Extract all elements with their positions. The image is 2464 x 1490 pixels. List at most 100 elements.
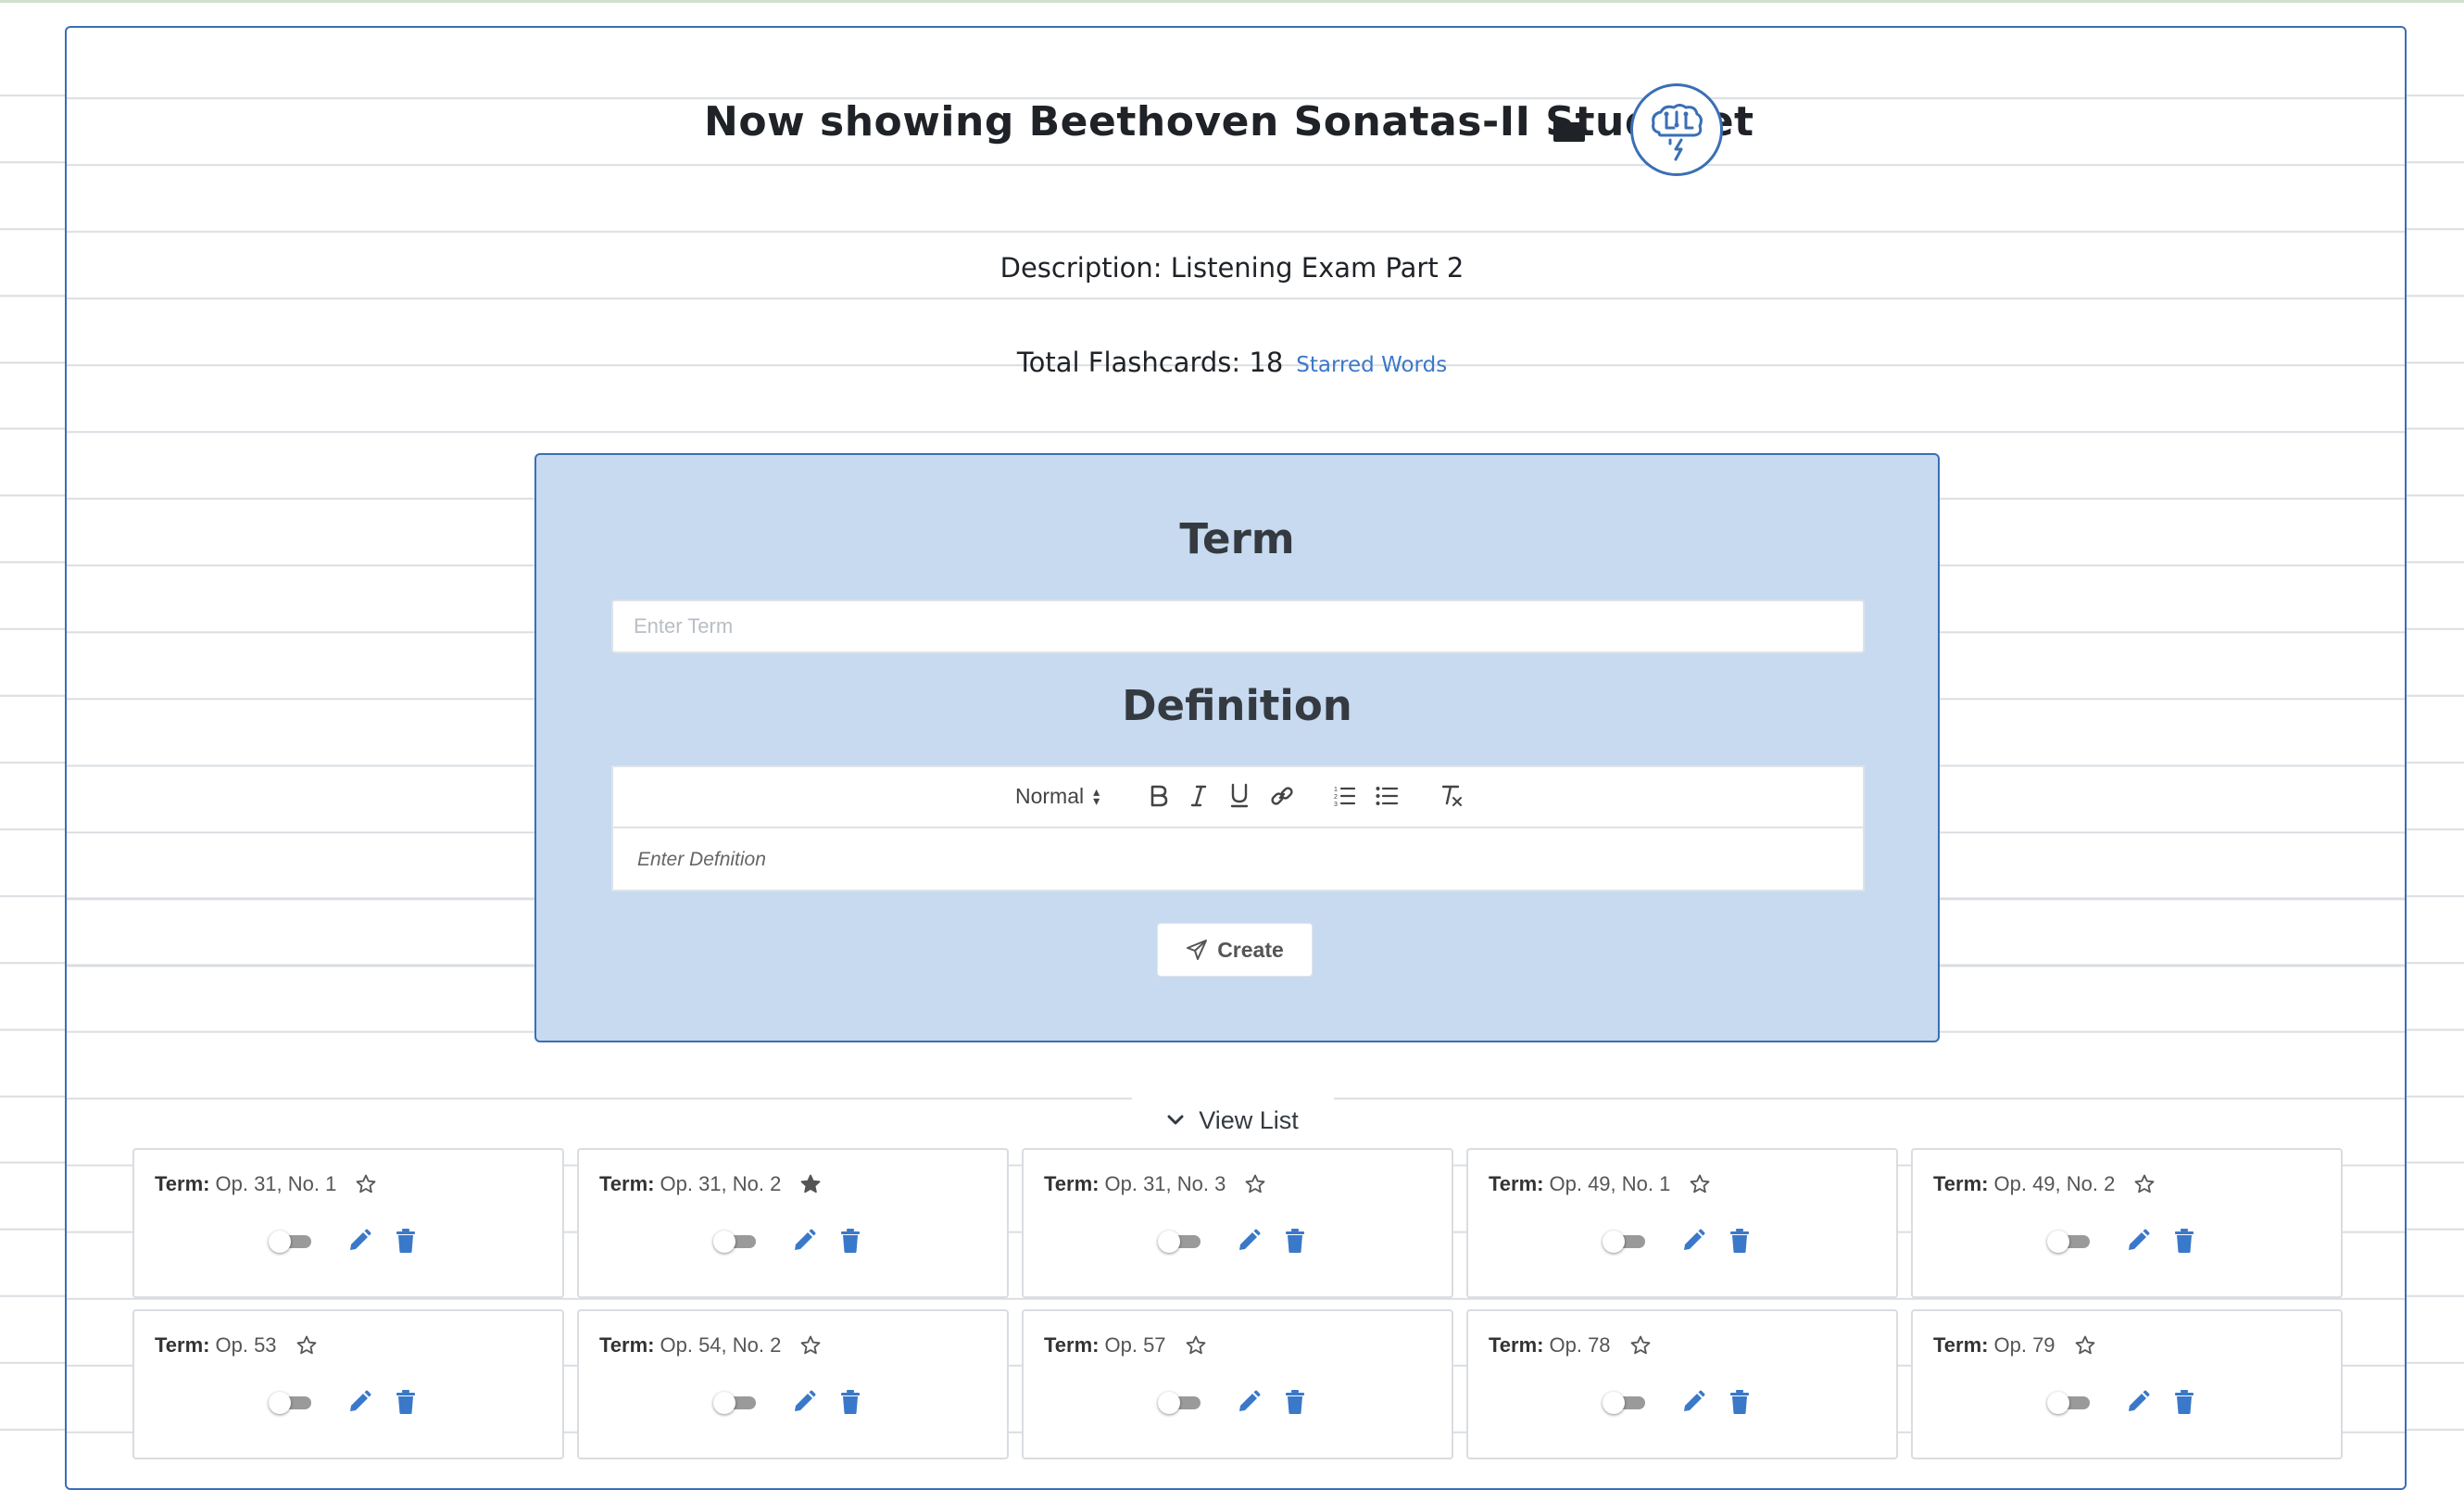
brain-circuit-icon	[1630, 83, 1723, 176]
term-value: Op. 31, No. 2	[660, 1172, 782, 1195]
italic-icon[interactable]	[1189, 780, 1208, 812]
term-label: Term:	[1044, 1333, 1100, 1357]
flashcard-term: Term: Op. 31, No. 2	[599, 1172, 822, 1196]
top-border	[0, 0, 2464, 3]
flip-toggle[interactable]	[269, 1231, 315, 1253]
svg-text:2: 2	[1334, 794, 1338, 801]
bold-icon[interactable]	[1149, 780, 1169, 812]
flashcard-term: Term: Op. 49, No. 2	[1933, 1172, 2156, 1196]
flashcard-actions	[579, 1389, 1007, 1415]
svg-text:1: 1	[1334, 787, 1338, 793]
send-icon	[1187, 940, 1208, 960]
term-value: Op. 49, No. 1	[1549, 1172, 1671, 1195]
edit-pencil-icon[interactable]	[791, 1228, 817, 1254]
edit-pencil-icon[interactable]	[1680, 1389, 1706, 1415]
star-icon[interactable]	[2074, 1334, 2096, 1357]
star-icon[interactable]	[1689, 1173, 1711, 1195]
star-icon[interactable]	[2133, 1173, 2156, 1195]
flashcard-term: Term: Op. 49, No. 1	[1489, 1172, 1711, 1196]
star-icon[interactable]	[1244, 1173, 1266, 1195]
flashcard-actions	[134, 1389, 562, 1415]
edit-pencil-icon[interactable]	[346, 1389, 372, 1415]
star-icon[interactable]	[799, 1334, 822, 1357]
bullet-list-icon[interactable]	[1375, 780, 1399, 812]
star-icon[interactable]	[295, 1334, 318, 1357]
chevron-down-icon	[1167, 1115, 1184, 1125]
star-icon[interactable]	[355, 1173, 377, 1195]
flashcard-term: Term: Op. 31, No. 3	[1044, 1172, 1266, 1196]
edit-pencil-icon[interactable]	[791, 1389, 817, 1415]
starred-words-link[interactable]: Starred Words	[1296, 353, 1447, 377]
definition-heading: Definition	[1122, 681, 1352, 730]
format-select[interactable]: Normal ▴ ▾	[1015, 780, 1100, 812]
link-icon[interactable]	[1270, 780, 1294, 812]
flashcard[interactable]: Term: Op. 78	[1466, 1309, 1898, 1459]
total-flashcards: Total Flashcards: 18	[1016, 347, 1284, 378]
flashcard[interactable]: Term: Op. 31, No. 2	[577, 1148, 1009, 1298]
term-value: Op. 79	[1993, 1333, 2055, 1357]
edit-pencil-icon[interactable]	[2125, 1228, 2151, 1254]
edit-pencil-icon[interactable]	[2125, 1389, 2151, 1415]
flip-toggle[interactable]	[1603, 1231, 1649, 1253]
delete-trash-icon[interactable]	[1284, 1228, 1306, 1254]
term-label: Term:	[1489, 1172, 1544, 1195]
delete-trash-icon[interactable]	[839, 1228, 861, 1254]
delete-trash-icon[interactable]	[1729, 1389, 1751, 1415]
flip-toggle[interactable]	[1158, 1231, 1204, 1253]
star-icon[interactable]	[1185, 1334, 1207, 1357]
definition-input[interactable]: Enter Defnition	[613, 828, 1863, 891]
underline-icon[interactable]	[1229, 780, 1250, 812]
flashcard-actions	[134, 1228, 562, 1254]
delete-trash-icon[interactable]	[2173, 1228, 2195, 1254]
term-input[interactable]	[611, 600, 1865, 653]
delete-trash-icon[interactable]	[395, 1389, 417, 1415]
create-button[interactable]: Create	[1157, 923, 1313, 977]
clear-format-icon[interactable]	[1439, 780, 1464, 812]
delete-trash-icon[interactable]	[839, 1389, 861, 1415]
edit-pencil-icon[interactable]	[1236, 1389, 1262, 1415]
delete-trash-icon[interactable]	[395, 1228, 417, 1254]
flashcard-actions	[1024, 1228, 1452, 1254]
star-icon[interactable]	[1629, 1334, 1652, 1357]
term-label: Term:	[155, 1333, 210, 1357]
star-filled-icon[interactable]	[799, 1173, 822, 1195]
delete-trash-icon[interactable]	[1284, 1389, 1306, 1415]
term-value: Op. 57	[1104, 1333, 1166, 1357]
folder-icon[interactable]	[1553, 117, 1586, 143]
flashcard[interactable]: Term: Op. 57	[1022, 1309, 1453, 1459]
term-value: Op. 53	[215, 1333, 277, 1357]
edit-pencil-icon[interactable]	[346, 1228, 372, 1254]
page-title: Now showing Beethoven Sonatas-II Studyse…	[704, 98, 1754, 145]
flashcard[interactable]: Term: Op. 49, No. 2	[1911, 1148, 2343, 1298]
flip-toggle[interactable]	[1158, 1392, 1204, 1414]
flashcard[interactable]: Term: Op. 31, No. 1	[132, 1148, 564, 1298]
delete-trash-icon[interactable]	[2173, 1389, 2195, 1415]
editor-toolbar: Normal ▴ ▾ 123	[613, 767, 1863, 828]
flashcard[interactable]: Term: Op. 49, No. 1	[1466, 1148, 1898, 1298]
flip-toggle[interactable]	[713, 1231, 760, 1253]
flashcard[interactable]: Term: Op. 53	[132, 1309, 564, 1459]
svg-text:3: 3	[1334, 802, 1338, 808]
flashcard-actions	[579, 1228, 1007, 1254]
flip-toggle[interactable]	[2047, 1392, 2093, 1414]
flip-toggle[interactable]	[713, 1392, 760, 1414]
flip-toggle[interactable]	[2047, 1231, 2093, 1253]
select-arrows-icon: ▴ ▾	[1093, 784, 1100, 808]
flashcard-term: Term: Op. 79	[1933, 1333, 2096, 1357]
flashcard[interactable]: Term: Op. 79	[1911, 1309, 2343, 1459]
edit-pencil-icon[interactable]	[1680, 1228, 1706, 1254]
flip-toggle[interactable]	[269, 1392, 315, 1414]
edit-pencil-icon[interactable]	[1236, 1228, 1262, 1254]
flashcard[interactable]: Term: Op. 31, No. 3	[1022, 1148, 1453, 1298]
create-label: Create	[1217, 937, 1284, 962]
term-label: Term:	[155, 1172, 210, 1195]
delete-trash-icon[interactable]	[1729, 1228, 1751, 1254]
flashcard[interactable]: Term: Op. 54, No. 2	[577, 1309, 1009, 1459]
term-label: Term:	[1933, 1172, 1989, 1195]
flashcard-actions	[1913, 1228, 2341, 1254]
ordered-list-icon[interactable]: 123	[1332, 780, 1356, 812]
view-list-toggle[interactable]: View List	[1132, 1092, 1334, 1149]
flip-toggle[interactable]	[1603, 1392, 1649, 1414]
flashcard-count-row: Total Flashcards: 18 Starred Words	[0, 347, 2464, 378]
flashcard-term: Term: Op. 54, No. 2	[599, 1333, 822, 1357]
